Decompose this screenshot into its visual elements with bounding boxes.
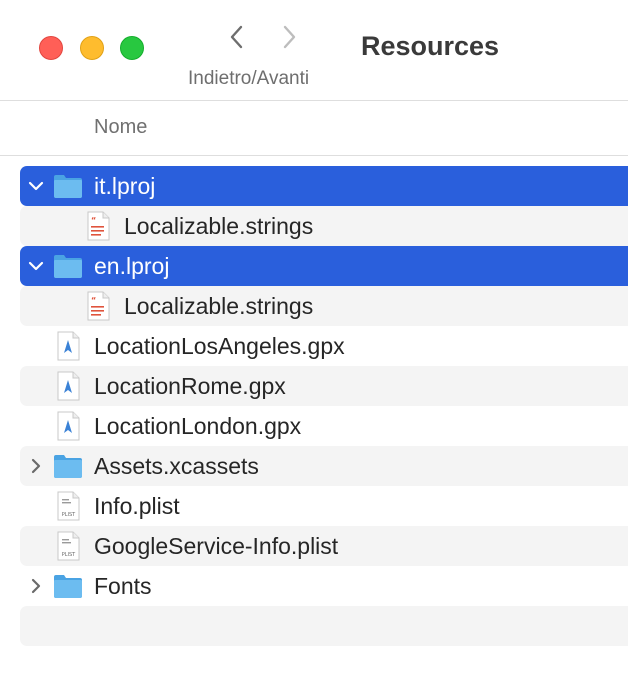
list-item-label: it.lproj bbox=[94, 173, 156, 199]
list-item-label: Assets.xcassets bbox=[94, 453, 259, 479]
window-title: Resources bbox=[361, 31, 500, 61]
list-item[interactable]: Fonts bbox=[20, 566, 628, 606]
plist-file-icon: PLIST bbox=[53, 531, 83, 561]
strings-file-icon: “ bbox=[83, 291, 113, 321]
list-item[interactable]: “ Localizable.strings bbox=[20, 206, 628, 246]
list-item-label: GoogleService-Info.plist bbox=[94, 533, 339, 559]
list-item-label: LocationRome.gpx bbox=[94, 373, 286, 399]
column-header-name[interactable]: Nome bbox=[94, 116, 147, 139]
list-item[interactable]: PLIST GoogleService-Info.plist bbox=[20, 526, 628, 566]
toolbar: Indietro/Avanti Resources bbox=[0, 0, 628, 101]
plist-file-icon: PLIST bbox=[53, 491, 83, 521]
nav-label: Indietro/Avanti bbox=[188, 68, 310, 89]
svg-text:PLIST: PLIST bbox=[62, 512, 76, 518]
chevron-right-icon bbox=[31, 578, 41, 594]
list-item[interactable]: “ Localizable.strings bbox=[20, 286, 628, 326]
minimize-button[interactable] bbox=[80, 36, 104, 60]
gpx-file-icon bbox=[53, 331, 83, 361]
list-item-label: Localizable.strings bbox=[124, 213, 314, 239]
list-item[interactable]: LocationLondon.gpx bbox=[20, 406, 628, 446]
list-item[interactable]: PLIST Info.plist bbox=[20, 486, 628, 526]
chevron-down-icon bbox=[28, 261, 44, 271]
list-item[interactable]: LocationRome.gpx bbox=[20, 366, 628, 406]
zoom-button[interactable] bbox=[120, 36, 144, 60]
chevron-right-icon bbox=[283, 25, 296, 49]
svg-text:“: “ bbox=[91, 216, 96, 225]
disclosure-collapsed[interactable] bbox=[28, 578, 44, 594]
svg-text:PLIST: PLIST bbox=[62, 552, 76, 558]
file-list: it.lproj “ Localizable.strings en.lproj “ Loc… bbox=[20, 166, 628, 646]
chevron-right-icon bbox=[31, 458, 41, 474]
finder-window: Indietro/Avanti Resources Nome it.lproj “… bbox=[0, 0, 628, 676]
list-item-label: Info.plist bbox=[94, 493, 180, 519]
gpx-file-icon bbox=[53, 411, 83, 441]
disclosure-expanded[interactable] bbox=[28, 178, 44, 194]
list-item-label: Fonts bbox=[94, 573, 152, 599]
list-item[interactable]: LocationLosAngeles.gpx bbox=[20, 326, 628, 366]
gpx-file-icon bbox=[53, 371, 83, 401]
list-item-label: LocationLondon.gpx bbox=[94, 413, 302, 439]
folder-icon bbox=[53, 571, 83, 601]
folder-icon bbox=[53, 251, 83, 281]
disclosure-expanded[interactable] bbox=[28, 258, 44, 274]
close-button[interactable] bbox=[39, 36, 63, 60]
forward-button[interactable] bbox=[274, 20, 304, 54]
list-item-label: en.lproj bbox=[94, 253, 170, 279]
chevron-left-icon bbox=[230, 25, 243, 49]
disclosure-collapsed[interactable] bbox=[28, 458, 44, 474]
folder-icon bbox=[53, 451, 83, 481]
chevron-down-icon bbox=[28, 181, 44, 191]
list-item-label: LocationLosAngeles.gpx bbox=[94, 333, 345, 359]
column-header-row: Nome bbox=[0, 101, 628, 156]
strings-file-icon: “ bbox=[83, 211, 113, 241]
folder-icon bbox=[53, 171, 83, 201]
list-item[interactable]: Assets.xcassets bbox=[20, 446, 628, 486]
svg-text:“: “ bbox=[91, 296, 96, 305]
empty-row bbox=[20, 606, 628, 646]
list-item[interactable]: it.lproj bbox=[20, 166, 628, 206]
back-button[interactable] bbox=[222, 20, 252, 54]
list-item[interactable]: en.lproj bbox=[20, 246, 628, 286]
list-item-label: Localizable.strings bbox=[124, 293, 314, 319]
